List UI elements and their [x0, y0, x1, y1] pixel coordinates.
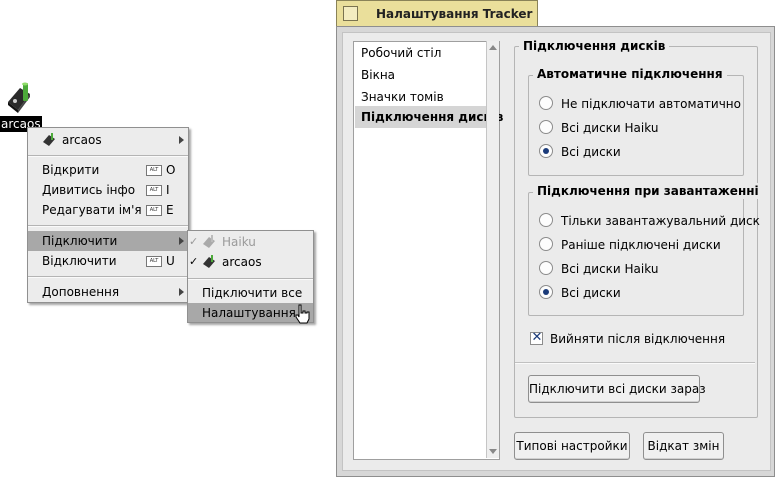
submenu-item-mount-all[interactable]: Підключити все	[188, 283, 313, 303]
category-item-volume-icons[interactable]: Значки томів	[355, 86, 492, 108]
alt-key-icon: ALT	[146, 185, 162, 196]
shortcut-key: U	[166, 254, 175, 268]
boot-option-all-label: Всі диски	[561, 286, 621, 300]
window-tab[interactable]: Налаштування Tracker	[336, 0, 538, 27]
menu-item-open-label: Відкрити	[42, 163, 100, 177]
window-title: Налаштування Tracker	[376, 7, 533, 21]
eject-checkbox-row[interactable]: ✕ Вийняти після відключення	[530, 330, 730, 347]
checkmark-icon: ✓	[189, 255, 199, 268]
auto-mount-group-title: Автоматичне підключення	[533, 66, 727, 82]
hand-cursor-icon	[295, 304, 310, 324]
radio-button[interactable]	[539, 144, 553, 158]
menu-item-addons[interactable]: Доповнення	[28, 282, 188, 302]
list-scrollbar[interactable]	[486, 41, 499, 458]
radio-button[interactable]	[539, 285, 553, 299]
eject-checkbox-label: Вийняти після відключення	[550, 332, 726, 346]
menu-separator	[28, 155, 188, 157]
radio-button[interactable]	[539, 120, 553, 134]
scroll-down-icon[interactable]	[489, 449, 497, 454]
radio-button[interactable]	[539, 237, 553, 251]
eject-checkbox[interactable]: ✕	[530, 330, 543, 345]
boot-option-previous-label: Раніше підключені диски	[561, 238, 721, 252]
drive-icon	[203, 235, 215, 248]
menu-item-addons-label: Доповнення	[42, 285, 120, 299]
alt-key-icon: ALT	[146, 165, 162, 176]
menu-item-get-info[interactable]: Дивитись інфо ALT I	[28, 180, 188, 200]
menu-item-mount[interactable]: Підключити	[28, 231, 188, 251]
defaults-button[interactable]: Типові настройки	[514, 432, 630, 460]
radio-button[interactable]	[539, 96, 553, 110]
menu-item-mount-label: Підключити	[42, 234, 118, 248]
shortcut-key: I	[166, 183, 170, 197]
menu-item-unmount-label: Відключити	[42, 254, 117, 268]
menu-item-get-info-label: Дивитись інфо	[42, 183, 136, 197]
alt-key-icon: ALT	[146, 205, 162, 216]
radio-button[interactable]	[539, 213, 553, 227]
menu-item-rename[interactable]: Редагувати ім'я ALT E	[28, 200, 188, 220]
close-box-icon[interactable]	[343, 6, 358, 21]
menu-item-volume-label: arcaos	[62, 133, 102, 147]
drive-icon	[203, 255, 215, 268]
category-item-windows[interactable]: Вікна	[355, 64, 492, 86]
submenu-arrow-icon	[179, 136, 184, 144]
auto-option-all-label: Всі диски	[561, 145, 621, 159]
scroll-up-icon[interactable]	[489, 45, 497, 50]
submenu-item-haiku: ✓ Haiku	[188, 232, 313, 252]
boot-option-boot-only-label: Тільки завантажувальний диск	[561, 214, 760, 228]
shortcut-key: E	[166, 203, 174, 217]
menu-item-rename-label: Редагувати ім'я	[42, 203, 142, 217]
divider	[515, 362, 755, 364]
checkbox-check-icon: ✕	[531, 330, 543, 345]
menu-separator	[188, 278, 313, 280]
menu-item-volume[interactable]: arcaos	[28, 130, 188, 150]
menu-item-unmount[interactable]: Відключити ALT U	[28, 251, 188, 271]
settings-category-list[interactable]: Робочий стіл Вікна Значки томів Підключе…	[353, 41, 503, 460]
desktop-volume-icon[interactable]: arcaos	[0, 82, 42, 132]
checkmark-icon: ✓	[189, 235, 199, 248]
radio-button[interactable]	[539, 261, 553, 275]
menu-separator	[28, 225, 188, 227]
submenu-item-arcaos-label: arcaos	[222, 255, 262, 269]
submenu-arrow-icon	[179, 288, 184, 296]
alt-key-icon: ALT	[146, 256, 162, 267]
menu-separator	[28, 276, 188, 278]
drive-icon	[43, 133, 55, 146]
auto-option-none-label: Не підключати автоматично	[561, 97, 741, 111]
submenu-arrow-icon	[179, 237, 184, 245]
submenu-item-haiku-label: Haiku	[222, 235, 256, 249]
shortcut-key: O	[166, 163, 176, 177]
mount-all-now-button[interactable]: Підключити всі диски зараз	[528, 375, 706, 403]
auto-option-haiku-label: Всі диски Haiku	[561, 121, 659, 135]
submenu-item-arcaos[interactable]: ✓ arcaos	[188, 252, 313, 272]
boot-mount-group-title: Підключення при завантаженні	[533, 183, 763, 199]
category-item-disk-mount[interactable]: Підключення дисків	[355, 106, 503, 128]
submenu-item-settings-label: Налаштування...	[202, 306, 308, 320]
submenu-item-mount-all-label: Підключити все	[202, 286, 303, 300]
menu-item-open[interactable]: Відкрити ALT O	[28, 160, 188, 180]
drive-icon	[8, 82, 30, 113]
context-menu: arcaos Відкрити ALT O Дивитись інфо ALT …	[27, 127, 189, 303]
disk-mount-group-title: Підключення дисків	[519, 38, 670, 54]
boot-option-haiku-label: Всі диски Haiku	[561, 262, 659, 276]
category-item-desktop[interactable]: Робочий стіл	[355, 42, 492, 64]
revert-button[interactable]: Відкат змін	[643, 432, 724, 460]
